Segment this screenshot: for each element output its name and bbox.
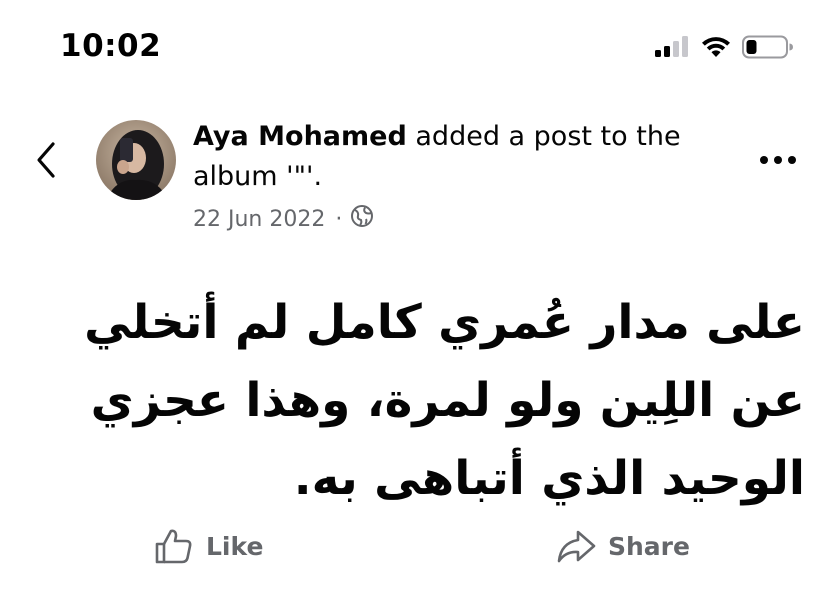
wifi-icon bbox=[700, 35, 732, 63]
share-icon bbox=[557, 530, 596, 563]
cellular-signal-icon bbox=[654, 36, 690, 62]
like-button[interactable]: Like bbox=[154, 518, 263, 574]
post-date[interactable]: 22 Jun 2022 bbox=[193, 207, 325, 232]
post-actions: Like Share bbox=[0, 518, 828, 574]
avatar[interactable] bbox=[96, 120, 176, 200]
like-label: Like bbox=[206, 531, 264, 561]
meta-separator: · bbox=[335, 206, 343, 232]
share-label: Share bbox=[608, 531, 690, 561]
like-icon bbox=[155, 529, 192, 564]
back-button[interactable] bbox=[28, 136, 64, 184]
status-icons bbox=[654, 34, 794, 64]
chevron-left-icon bbox=[37, 142, 55, 178]
author-name[interactable]: Aya Mohamed bbox=[193, 121, 407, 152]
share-button[interactable]: Share bbox=[556, 518, 690, 574]
post-meta: 22 Jun 2022 · bbox=[193, 204, 374, 234]
post-headline: Aya Mohamed added a post to the album '"… bbox=[193, 117, 713, 197]
globe-icon bbox=[350, 204, 374, 234]
battery-icon bbox=[742, 35, 794, 63]
post-text: على مدار عُمري كامل لم أتخلي عن اللِين و… bbox=[84, 295, 805, 506]
screen: 10:02 Aya Mohamed added a post to the al… bbox=[0, 0, 828, 605]
more-options-button[interactable] bbox=[756, 140, 800, 180]
status-time: 10:02 bbox=[60, 28, 162, 64]
more-dots-icon bbox=[760, 156, 796, 164]
